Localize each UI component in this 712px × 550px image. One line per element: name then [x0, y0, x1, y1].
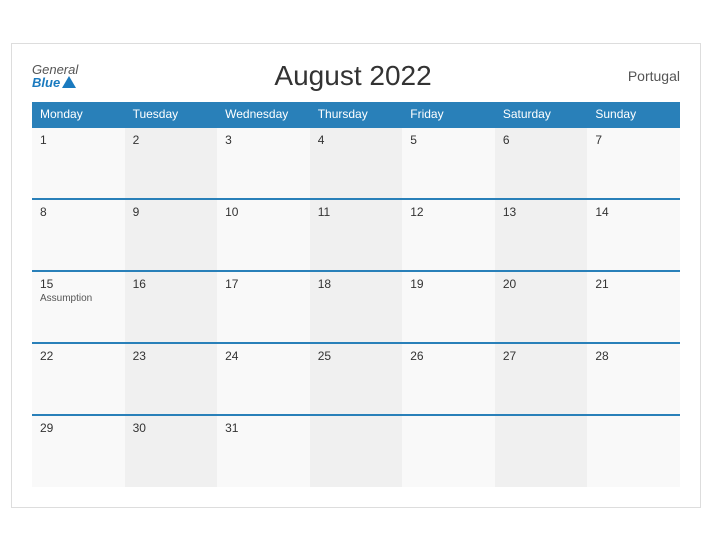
day-cell: 2	[125, 127, 218, 199]
month-title: August 2022	[78, 60, 628, 92]
logo-general-text: General	[32, 63, 78, 76]
day-cell	[495, 415, 588, 487]
day-number: 29	[40, 421, 117, 435]
day-cell: 14	[587, 199, 680, 271]
day-cell: 4	[310, 127, 403, 199]
calendar-table: Monday Tuesday Wednesday Thursday Friday…	[32, 102, 680, 487]
col-thursday: Thursday	[310, 102, 403, 127]
logo-blue-text: Blue	[32, 76, 78, 89]
col-sunday: Sunday	[587, 102, 680, 127]
col-monday: Monday	[32, 102, 125, 127]
day-cell: 28	[587, 343, 680, 415]
day-number: 25	[318, 349, 395, 363]
day-cell: 22	[32, 343, 125, 415]
day-number: 31	[225, 421, 302, 435]
week-row-2: 8 9 10 11 12 13 14	[32, 199, 680, 271]
day-cell: 24	[217, 343, 310, 415]
col-wednesday: Wednesday	[217, 102, 310, 127]
day-number: 30	[133, 421, 210, 435]
day-number: 27	[503, 349, 580, 363]
day-number: 11	[318, 205, 395, 219]
col-saturday: Saturday	[495, 102, 588, 127]
week-row-3: 15 Assumption 16 17 18 19 20 21	[32, 271, 680, 343]
day-cell: 27	[495, 343, 588, 415]
day-cell: 23	[125, 343, 218, 415]
day-cell: 5	[402, 127, 495, 199]
day-cell: 9	[125, 199, 218, 271]
day-number: 26	[410, 349, 487, 363]
day-number: 5	[410, 133, 487, 147]
day-cell: 13	[495, 199, 588, 271]
day-cell: 26	[402, 343, 495, 415]
country-label: Portugal	[628, 68, 680, 84]
col-tuesday: Tuesday	[125, 102, 218, 127]
calendar-header-row: Monday Tuesday Wednesday Thursday Friday…	[32, 102, 680, 127]
day-cell	[310, 415, 403, 487]
day-number: 28	[595, 349, 672, 363]
day-cell: 3	[217, 127, 310, 199]
day-cell: 6	[495, 127, 588, 199]
day-number: 20	[503, 277, 580, 291]
week-row-1: 1 2 3 4 5 6 7	[32, 127, 680, 199]
days-of-week-row: Monday Tuesday Wednesday Thursday Friday…	[32, 102, 680, 127]
logo-triangle-icon	[62, 76, 76, 88]
col-friday: Friday	[402, 102, 495, 127]
day-number: 7	[595, 133, 672, 147]
day-cell: 7	[587, 127, 680, 199]
day-cell: 17	[217, 271, 310, 343]
day-cell: 18	[310, 271, 403, 343]
day-number: 4	[318, 133, 395, 147]
day-cell: 30	[125, 415, 218, 487]
day-number: 19	[410, 277, 487, 291]
day-number: 24	[225, 349, 302, 363]
calendar-header: General Blue August 2022 Portugal	[32, 60, 680, 92]
day-cell: 10	[217, 199, 310, 271]
holiday-label: Assumption	[40, 293, 117, 304]
day-cell: 8	[32, 199, 125, 271]
day-cell: 21	[587, 271, 680, 343]
day-cell	[587, 415, 680, 487]
logo: General Blue	[32, 63, 78, 89]
day-number: 1	[40, 133, 117, 147]
day-number: 12	[410, 205, 487, 219]
week-row-5: 29 30 31	[32, 415, 680, 487]
day-cell: 15 Assumption	[32, 271, 125, 343]
day-cell: 29	[32, 415, 125, 487]
day-number: 6	[503, 133, 580, 147]
day-number: 13	[503, 205, 580, 219]
day-number: 17	[225, 277, 302, 291]
day-cell: 19	[402, 271, 495, 343]
day-number: 23	[133, 349, 210, 363]
calendar-wrapper: General Blue August 2022 Portugal Monday…	[11, 43, 701, 508]
day-cell: 11	[310, 199, 403, 271]
day-number: 21	[595, 277, 672, 291]
day-number: 8	[40, 205, 117, 219]
week-row-4: 22 23 24 25 26 27 28	[32, 343, 680, 415]
day-number: 16	[133, 277, 210, 291]
day-number: 9	[133, 205, 210, 219]
day-cell: 1	[32, 127, 125, 199]
calendar-body: 123456789101112131415Assumption161718192…	[32, 127, 680, 487]
day-number: 10	[225, 205, 302, 219]
day-cell: 31	[217, 415, 310, 487]
day-number: 22	[40, 349, 117, 363]
day-cell: 25	[310, 343, 403, 415]
day-cell	[402, 415, 495, 487]
day-number: 2	[133, 133, 210, 147]
day-cell: 20	[495, 271, 588, 343]
day-number: 14	[595, 205, 672, 219]
day-number: 18	[318, 277, 395, 291]
day-number: 15	[40, 277, 117, 291]
day-cell: 12	[402, 199, 495, 271]
day-cell: 16	[125, 271, 218, 343]
day-number: 3	[225, 133, 302, 147]
